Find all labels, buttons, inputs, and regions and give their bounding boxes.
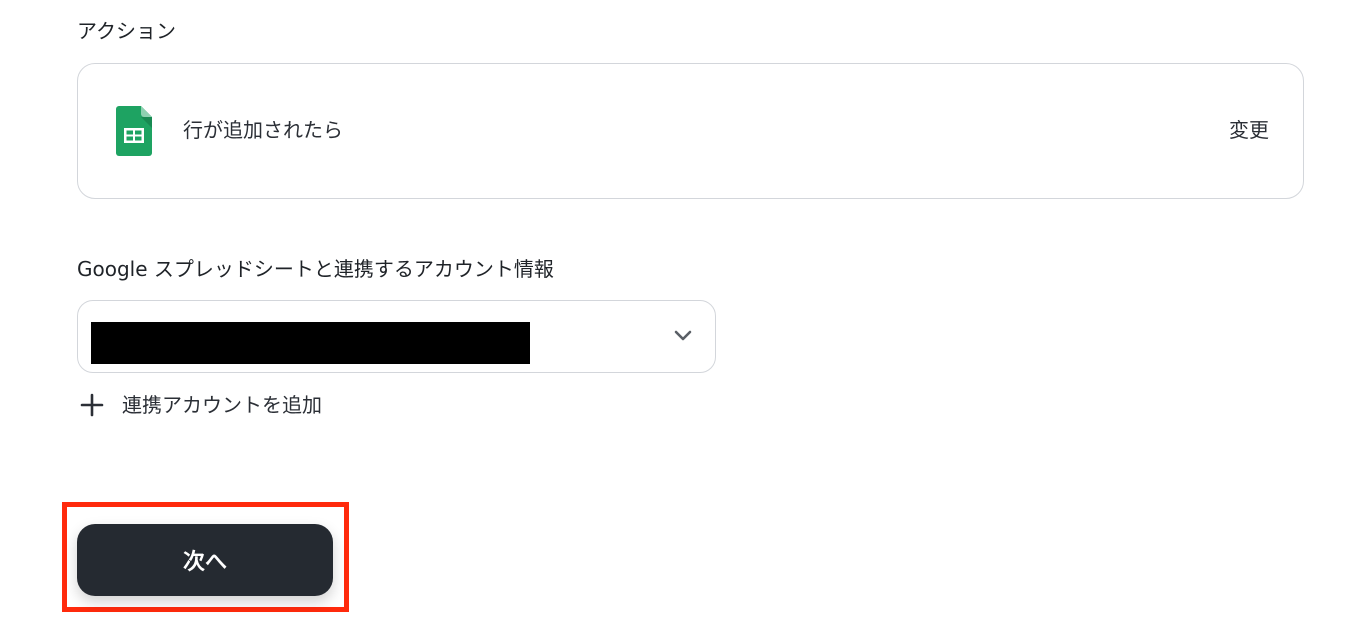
add-account-label: 連携アカウントを追加 bbox=[122, 393, 322, 417]
google-sheets-icon bbox=[116, 106, 152, 156]
next-button[interactable]: 次へ bbox=[77, 524, 333, 596]
action-section-label: アクション bbox=[77, 19, 176, 43]
account-section-label: Google スプレッドシートと連携するアカウント情報 bbox=[77, 257, 554, 281]
account-select[interactable] bbox=[77, 300, 716, 373]
redacted-account-value bbox=[91, 322, 530, 364]
action-name: 行が追加されたら bbox=[183, 118, 343, 142]
change-button[interactable]: 変更 bbox=[1229, 120, 1269, 140]
plus-icon bbox=[80, 393, 104, 417]
action-card[interactable]: 行が追加されたら 変更 bbox=[77, 63, 1304, 199]
chevron-down-icon bbox=[674, 330, 692, 341]
add-account-button[interactable]: 連携アカウントを追加 bbox=[80, 391, 322, 419]
